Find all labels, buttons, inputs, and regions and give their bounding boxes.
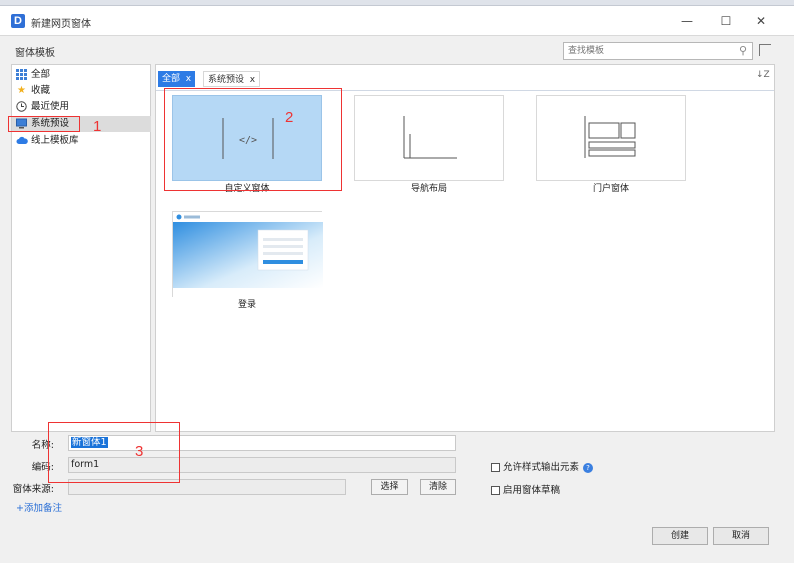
clear-button[interactable]: 清除: [420, 479, 456, 495]
annotation-box-2: [164, 88, 342, 191]
nav-layout-preview: [403, 116, 457, 159]
cancel-button[interactable]: 取消: [713, 527, 769, 545]
sidebar-item-label: 收藏: [31, 85, 51, 96]
minimize-button[interactable]: —: [676, 12, 698, 30]
sidebar-item-online-library[interactable]: 线上模板库: [12, 133, 151, 149]
add-remark-link[interactable]: +添加备注: [16, 500, 62, 514]
sidebar-item-favorites[interactable]: ★ 收藏: [12, 83, 151, 99]
tab-all[interactable]: 全部 x: [158, 71, 196, 87]
allow-style-label: 允许样式输出元素: [503, 462, 580, 473]
tab-system-preset[interactable]: 系统预设 x: [203, 71, 261, 87]
annotation-box-3: [48, 422, 180, 483]
allow-style-checkbox[interactable]: [491, 463, 500, 472]
sidebar-item-recent[interactable]: 最近使用: [12, 99, 151, 115]
sidebar-item-label: 线上模板库: [31, 135, 79, 146]
code-label: 编码:: [31, 462, 54, 473]
annotation-number-1: 1: [93, 118, 102, 135]
enable-draft-option[interactable]: 启用窗体草稿: [491, 482, 560, 496]
create-button[interactable]: 创建: [652, 527, 708, 545]
annotation-number-2: 2: [285, 109, 294, 126]
annotation-box-1: [8, 116, 80, 132]
help-icon[interactable]: ?: [583, 462, 594, 473]
template-card-portal[interactable]: [536, 95, 686, 181]
cloud-icon: [16, 135, 28, 146]
enable-draft-checkbox[interactable]: [491, 486, 500, 495]
sidebar-item-label: 最近使用: [31, 101, 70, 112]
tab-system-preset-label: 系统预设: [208, 75, 245, 85]
panel-toggle-icon[interactable]: [759, 44, 771, 56]
grid-icon: [16, 69, 27, 80]
template-card-nav-layout[interactable]: [354, 95, 504, 181]
allow-style-option[interactable]: 允许样式输出元素?: [491, 459, 594, 473]
sidebar-item-all[interactable]: 全部: [12, 67, 151, 83]
name-label: 名称:: [31, 440, 54, 451]
portal-layout-preview: [584, 116, 636, 158]
template-card-label: 登录: [237, 300, 256, 310]
template-card-label: 导航布局: [410, 184, 447, 194]
sort-icon[interactable]: ↓Z: [756, 70, 770, 80]
close-icon[interactable]: x: [183, 74, 191, 84]
enable-draft-label: 启用窗体草稿: [503, 485, 561, 496]
source-label: 窗体来源:: [12, 484, 54, 495]
window-title: 新建网页窗体: [31, 19, 91, 30]
template-card-login[interactable]: [172, 211, 323, 298]
close-button[interactable]: ✕: [750, 12, 772, 30]
template-search-box[interactable]: ⚲: [563, 42, 753, 60]
title-bar: D 新建网页窗体 — ☐ ✕: [0, 6, 794, 36]
sidebar-item-label: 全部: [31, 69, 51, 80]
clock-icon: [16, 101, 27, 112]
annotation-number-3: 3: [135, 443, 144, 460]
app-logo-icon: D: [11, 14, 25, 28]
template-search-input[interactable]: [564, 43, 724, 59]
star-icon: ★: [17, 85, 26, 96]
choose-button[interactable]: 选择: [371, 479, 408, 495]
templates-section-label: 窗体模板: [15, 48, 55, 59]
search-icon[interactable]: ⚲: [739, 44, 747, 57]
close-icon[interactable]: x: [247, 75, 255, 85]
tab-all-label: 全部: [162, 74, 181, 84]
maximize-button[interactable]: ☐: [715, 12, 737, 30]
login-page-preview: [173, 212, 323, 298]
template-card-label: 门户窗体: [592, 184, 629, 194]
